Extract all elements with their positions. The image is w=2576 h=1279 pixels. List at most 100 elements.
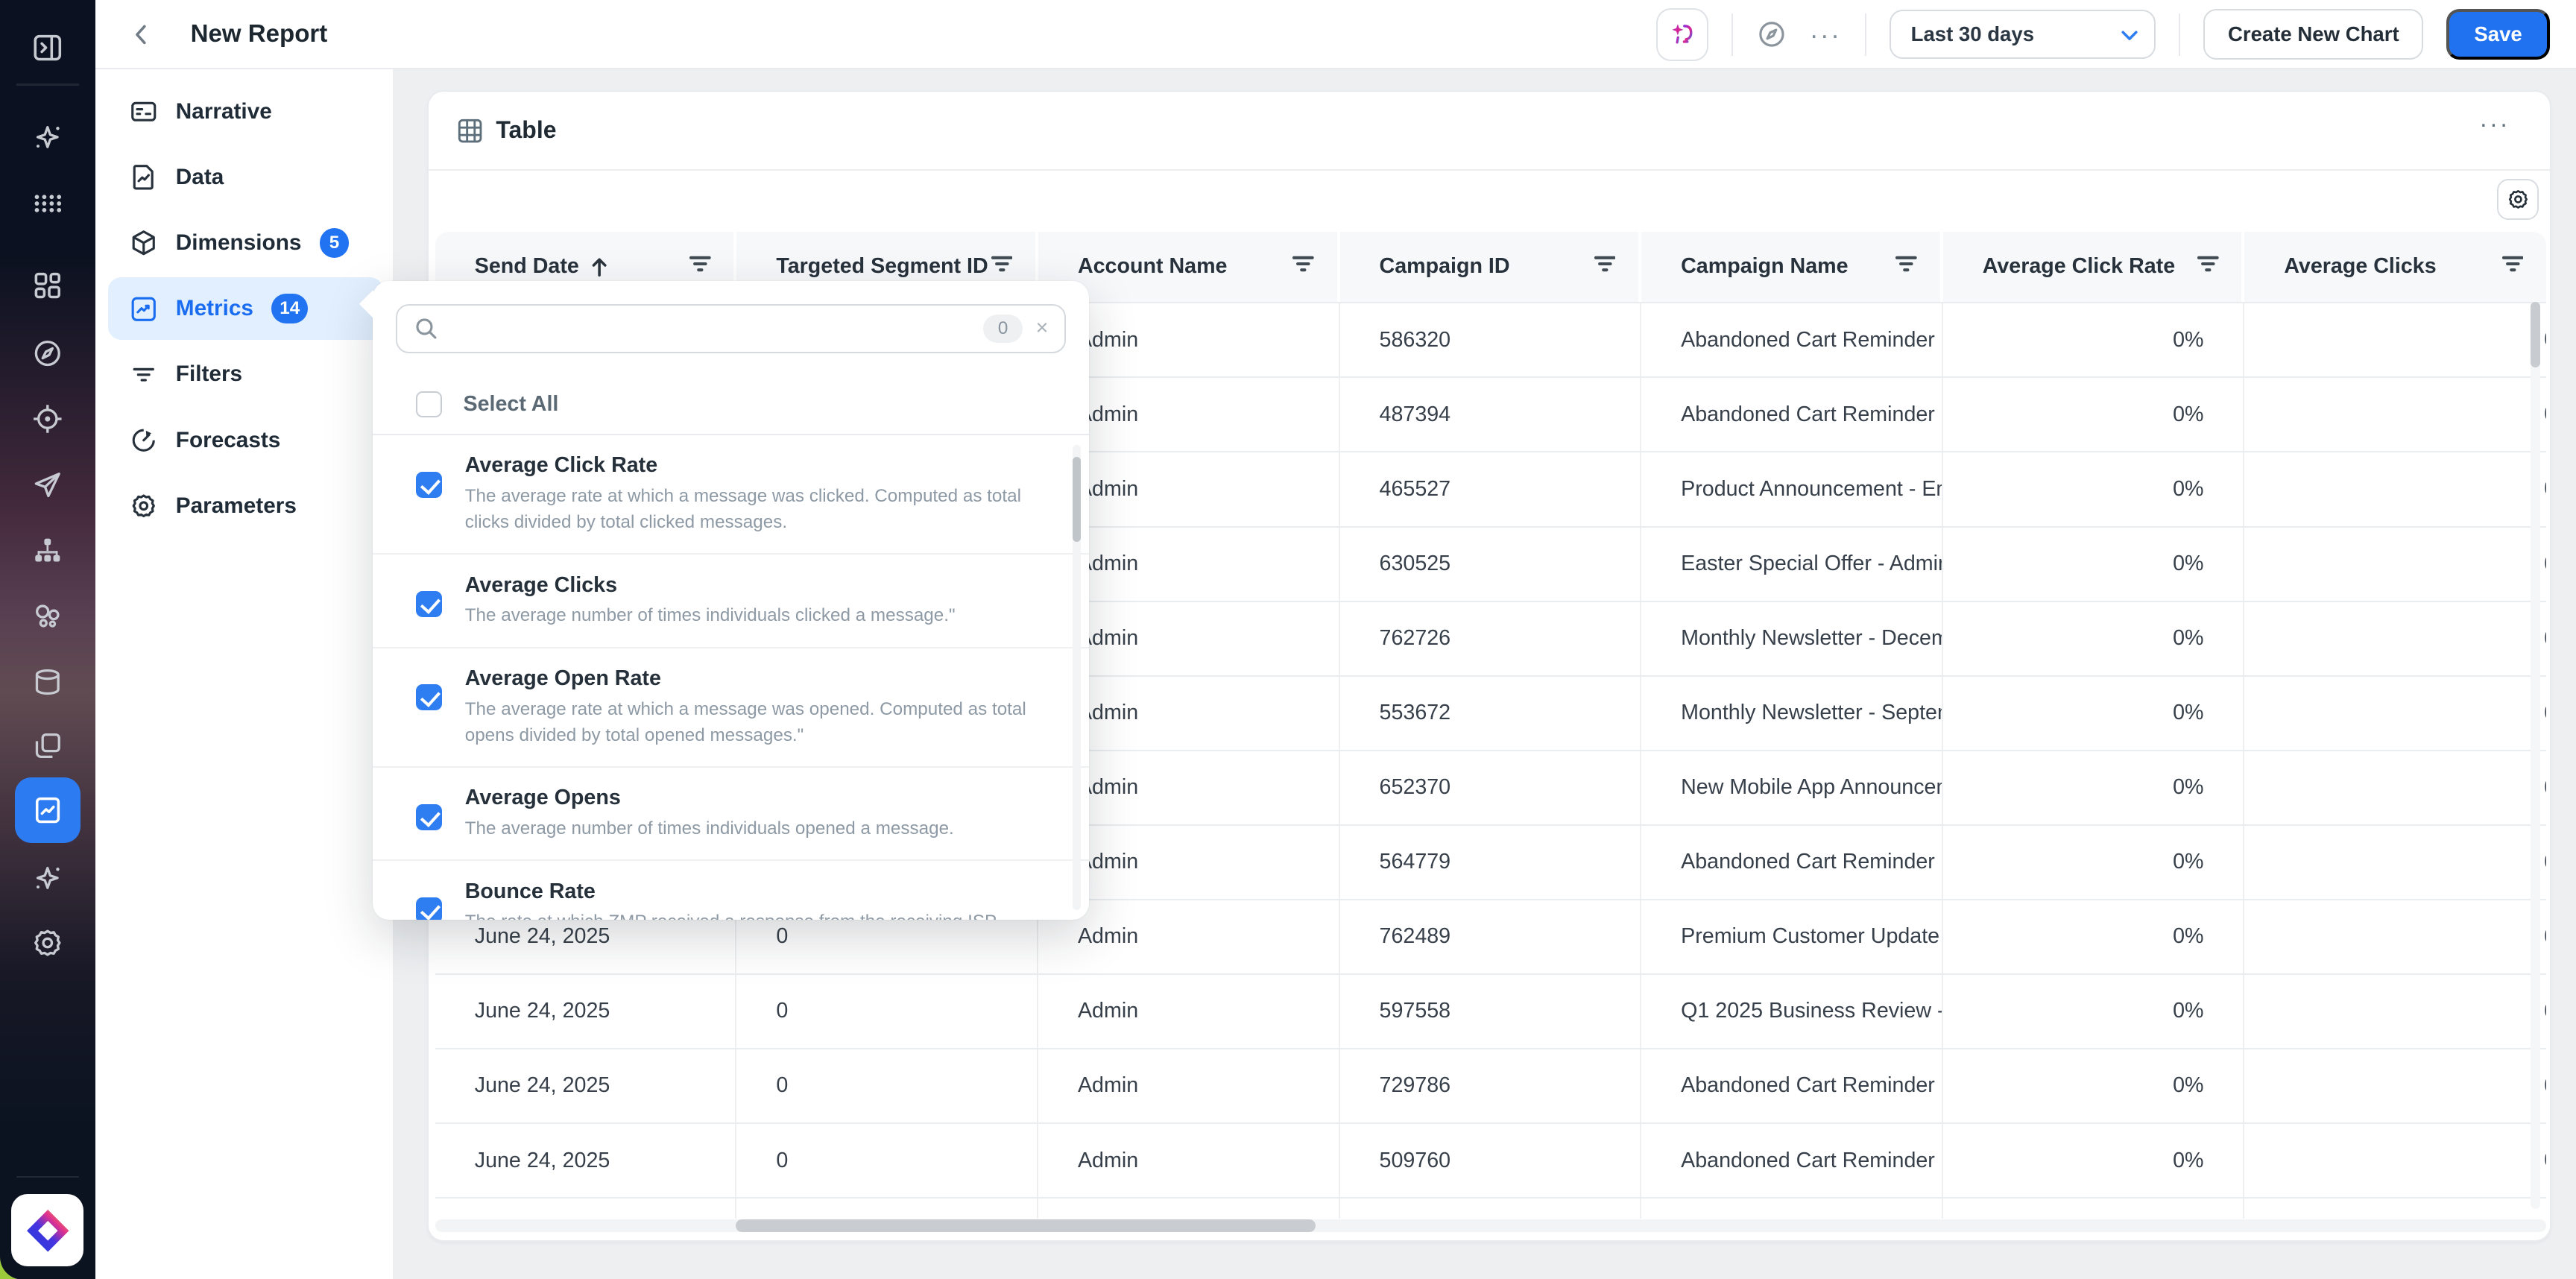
cell-clicks: 0 — [2244, 677, 2546, 750]
zeta-logo[interactable] — [11, 1194, 83, 1266]
cell-campaign-name: Easter Special Offer - Admin Ju — [1641, 528, 1943, 601]
vertical-scrollbar[interactable] — [2531, 302, 2540, 367]
metrics-search-box[interactable]: 0 × — [396, 304, 1066, 353]
target-icon[interactable] — [30, 401, 66, 437]
cell-campaign-name: Monthly Newsletter - Septemb — [1641, 677, 1943, 750]
sidebar-item-data[interactable]: Data — [108, 146, 382, 209]
header-more-menu[interactable]: ... — [1811, 22, 1843, 48]
cell-clicks: 0 — [2244, 900, 2546, 973]
table-card-menu[interactable]: ... — [2480, 105, 2510, 133]
cell-account-name: Admin — [1038, 1049, 1340, 1122]
cell-campaign-id: 762726 — [1340, 602, 1642, 675]
metric-checkbox[interactable] — [416, 897, 442, 920]
metric-option[interactable]: Average Opens The average number of time… — [373, 766, 1089, 859]
metric-checkbox[interactable] — [416, 684, 442, 710]
column-label: Send Date — [475, 254, 579, 279]
ai-sparkle-icon[interactable] — [30, 120, 66, 156]
cell-click-rate: 0% — [1943, 303, 2245, 376]
filter-icon[interactable] — [1895, 254, 1917, 280]
header-divider — [1731, 13, 1733, 56]
metrics-search-input[interactable] — [452, 316, 970, 341]
metric-option[interactable]: Average Open Rate The average rate at wh… — [373, 647, 1089, 766]
metric-option[interactable]: Bounce Rate The rate at which ZMP receiv… — [373, 859, 1089, 920]
sidebar-item-narrative[interactable]: Narrative — [108, 80, 382, 143]
cell-campaign-name: New Mobile App Announcemer — [1641, 751, 1943, 824]
metric-checkbox[interactable] — [416, 591, 442, 617]
table-settings-button[interactable] — [2497, 179, 2538, 220]
metric-checkbox[interactable] — [416, 804, 442, 830]
column-header-campaign-id[interactable]: Campaign ID — [1340, 232, 1642, 303]
metric-description: The average number of times individuals … — [465, 602, 1034, 628]
explore-compass-icon[interactable] — [1756, 19, 1787, 50]
metric-name: Average Click Rate — [465, 453, 1034, 478]
primary-nav-rail — [0, 0, 95, 1279]
cluster-icon[interactable] — [30, 598, 66, 634]
back-button[interactable] — [119, 11, 165, 57]
send-icon[interactable] — [30, 467, 66, 502]
filter-icon[interactable] — [1594, 254, 1616, 280]
cell-campaign-name: Abandoned Cart Reminder - Ad — [1641, 826, 1943, 899]
select-all-row[interactable]: Select All — [416, 391, 559, 417]
cell-clicks: 0 — [2244, 1124, 2546, 1197]
cell-campaign-id: 762489 — [1340, 900, 1642, 973]
database-icon[interactable] — [30, 663, 66, 699]
settings-gear-icon[interactable] — [30, 925, 66, 961]
column-header-campaign-name[interactable]: Campaign Name — [1641, 232, 1943, 303]
cell-account-name — [1038, 1199, 1340, 1219]
table-row: June 24, 2025 0 Admin 729786 Abandoned C… — [435, 1048, 2546, 1122]
sort-asc-icon — [590, 257, 608, 277]
table-card-header: Table ... — [429, 92, 2550, 171]
date-range-select[interactable]: Last 30 days — [1890, 10, 2156, 59]
filter-icon[interactable] — [689, 254, 711, 280]
table-row: June 24, 2025 0 Admin 509760 Abandoned C… — [435, 1122, 2546, 1197]
metric-checkbox[interactable] — [416, 472, 442, 498]
filter-icon[interactable] — [991, 254, 1013, 280]
sidebar-item-label: Parameters — [176, 493, 297, 519]
cell-click-rate: 0% — [1943, 677, 2245, 750]
dropdown-scrollbar[interactable] — [1073, 457, 1081, 543]
create-new-chart-button[interactable]: Create New Chart — [2203, 9, 2423, 60]
sidebar-item-forecasts[interactable]: Forecasts — [108, 409, 382, 472]
save-button[interactable]: Save — [2446, 9, 2549, 60]
filter-icon[interactable] — [1292, 254, 1314, 280]
compass-icon[interactable] — [30, 335, 66, 371]
sidebar-item-metrics[interactable]: Metrics 14 — [108, 277, 382, 340]
metric-description: The average rate at which a message was … — [465, 483, 1034, 535]
report-nav-list: Narrative Data Dimensions 5 Metrics 14 F… — [95, 69, 393, 537]
cell-campaign-id: 509760 — [1340, 1124, 1642, 1197]
metric-description: The average rate at which a message was … — [465, 696, 1034, 748]
sparkle-icon[interactable] — [30, 861, 66, 897]
cell-campaign-name: Abandoned Cart Reminder - Ad — [1641, 1124, 1943, 1197]
sidebar-item-dimensions[interactable]: Dimensions 5 — [108, 212, 382, 274]
horizontal-scrollbar[interactable] — [736, 1219, 1316, 1233]
column-header-average-click-rate[interactable]: Average Click Rate — [1943, 232, 2245, 303]
cell-click-rate: 0% — [1943, 528, 2245, 601]
sidebar-item-parameters[interactable]: Parameters — [108, 475, 382, 537]
cell-clicks: 0 — [2244, 751, 2546, 824]
metric-option[interactable]: Average Clicks The average number of tim… — [373, 553, 1089, 646]
cell-campaign-name — [1641, 1199, 1943, 1219]
sidebar-item-filters[interactable]: Filters — [108, 344, 382, 406]
search-count-badge: 0 — [983, 315, 1023, 342]
page-title: New Report — [191, 0, 328, 69]
cell-campaign-name: Premium Customer Update - Ac — [1641, 900, 1943, 973]
sitemap-icon[interactable] — [30, 532, 66, 568]
ai-assistant-button[interactable] — [1656, 8, 1709, 61]
dashboard-icon[interactable] — [30, 268, 66, 303]
filter-icon[interactable] — [2197, 254, 2219, 280]
column-header-average-clicks[interactable]: Average Clicks — [2244, 232, 2546, 303]
panel-toggle-icon[interactable] — [30, 30, 66, 66]
table-card-title: Table — [496, 116, 556, 144]
cell-campaign-id: 564779 — [1340, 826, 1642, 899]
search-icon — [414, 316, 438, 341]
clear-search-icon[interactable]: × — [1036, 318, 1049, 339]
copy-pages-icon[interactable] — [30, 727, 66, 763]
select-all-checkbox[interactable] — [416, 391, 442, 417]
sidebar-item-label: Data — [176, 165, 224, 190]
reports-nav-active[interactable] — [15, 777, 80, 843]
metric-option[interactable]: Average Click Rate The average rate at w… — [373, 435, 1089, 553]
apps-grid-icon[interactable] — [30, 186, 66, 221]
cell-send-date: June 24, 2025 — [435, 975, 737, 1048]
cell-click-rate: 0% — [1943, 602, 2245, 675]
filter-icon[interactable] — [2502, 254, 2524, 280]
